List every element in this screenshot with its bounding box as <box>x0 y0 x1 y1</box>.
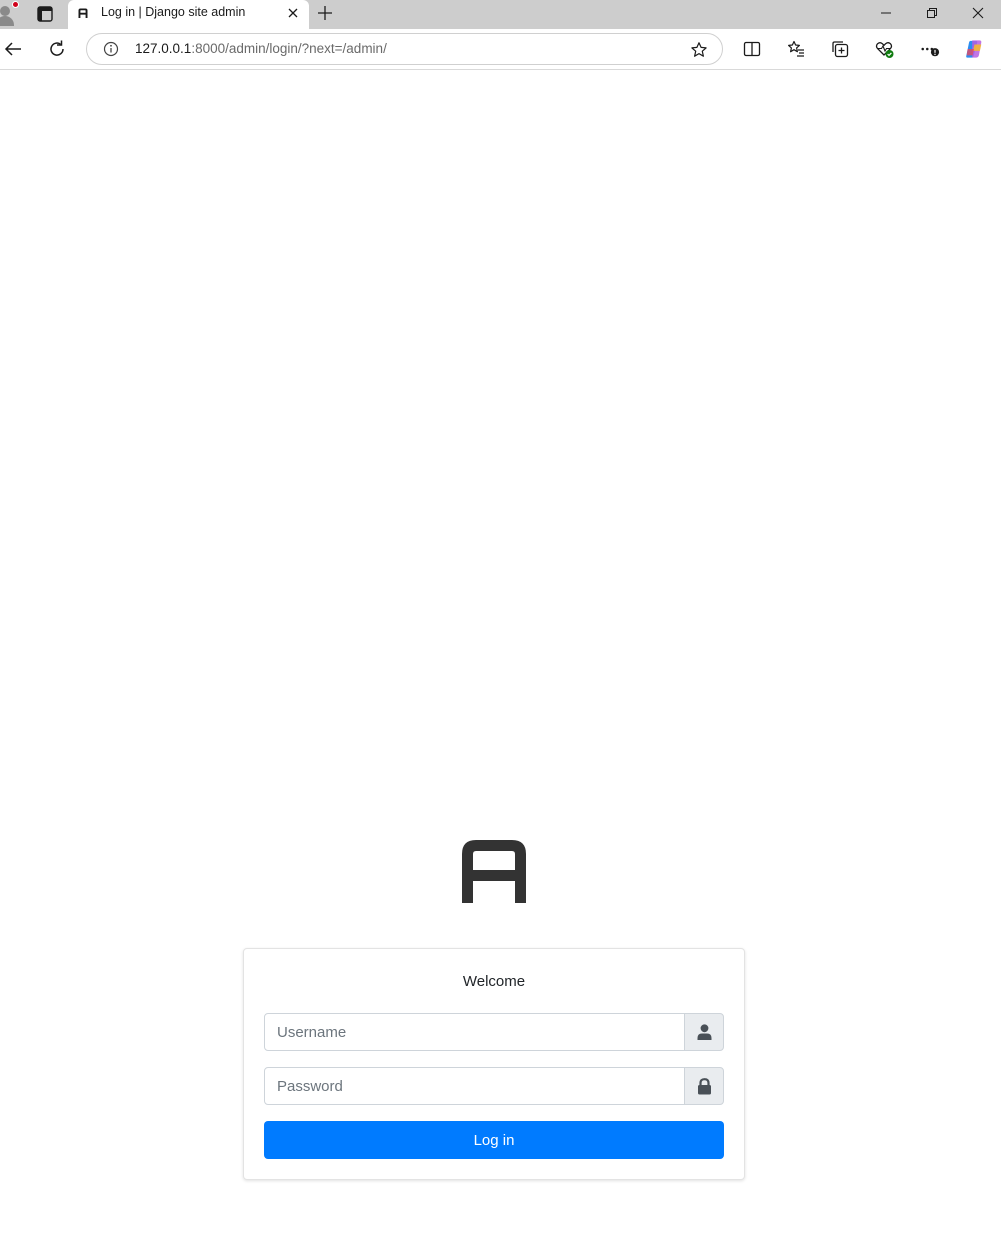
password-group <box>264 1067 724 1105</box>
close-window-icon <box>972 7 984 19</box>
login-button[interactable]: Log in <box>264 1121 724 1159</box>
close-window-button[interactable] <box>955 0 1001 29</box>
new-tab-icon[interactable] <box>316 4 334 22</box>
reload-icon[interactable] <box>47 39 67 59</box>
minimize-button[interactable] <box>863 0 909 29</box>
favorite-star-icon[interactable] <box>690 41 708 59</box>
address-bar[interactable]: 127.0.0.1:8000/admin/login/?next=/admin/ <box>86 33 723 65</box>
split-screen-icon[interactable] <box>742 39 762 59</box>
browser-essentials-icon[interactable] <box>874 39 894 59</box>
close-tab-icon[interactable] <box>286 6 300 20</box>
collections-icon[interactable] <box>830 39 850 59</box>
browser-tab-active[interactable]: Log in | Django site admin <box>68 0 309 29</box>
username-group <box>264 1013 724 1051</box>
url-text[interactable]: 127.0.0.1:8000/admin/login/?next=/admin/ <box>135 41 387 56</box>
tab-actions-icon[interactable] <box>36 5 54 23</box>
password-input[interactable] <box>264 1067 685 1105</box>
back-arrow-icon[interactable] <box>3 39 23 59</box>
password-addon <box>684 1067 724 1105</box>
favorites-list-icon[interactable] <box>786 39 806 59</box>
copilot-icon[interactable] <box>964 39 984 59</box>
profile-avatar-icon[interactable] <box>0 1 19 26</box>
admin-logo-icon <box>462 840 526 903</box>
user-icon <box>697 1024 712 1040</box>
username-input[interactable] <box>264 1013 685 1051</box>
lock-icon <box>698 1078 711 1095</box>
url-host: 127.0.0.1 <box>135 41 192 56</box>
django-admin-favicon-icon <box>78 8 88 18</box>
login-card: Welcome Log in <box>243 948 745 1180</box>
site-info-icon[interactable] <box>103 41 119 57</box>
url-path: :8000/admin/login/?next=/admin/ <box>191 41 387 56</box>
minimize-icon <box>881 12 891 14</box>
navigation-bar: 127.0.0.1:8000/admin/login/?next=/admin/ <box>0 29 1001 70</box>
more-options-icon[interactable] <box>920 39 940 59</box>
restore-button[interactable] <box>909 0 955 29</box>
restore-icon <box>927 8 937 18</box>
tab-title: Log in | Django site admin <box>101 5 246 19</box>
username-addon <box>684 1013 724 1051</box>
tab-strip: Log in | Django site admin <box>0 0 1001 29</box>
welcome-heading: Welcome <box>462 973 526 990</box>
